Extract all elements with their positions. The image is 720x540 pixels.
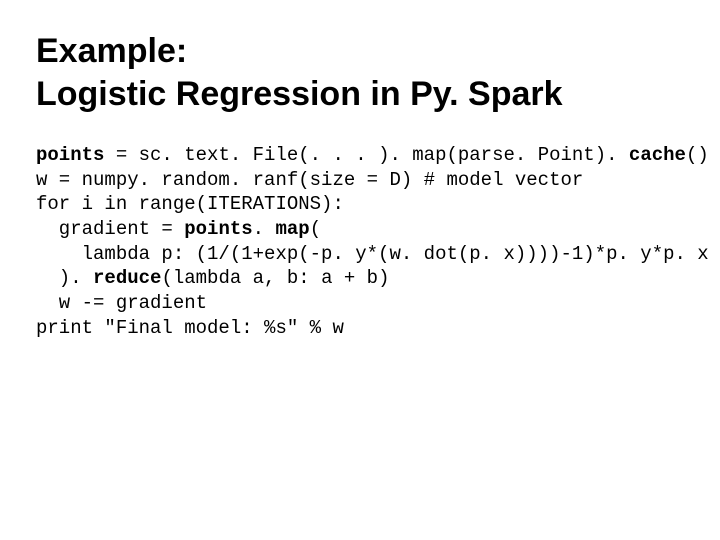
code-line-7: w -= gradient xyxy=(36,291,684,316)
code-line-1: points = sc. text. File(. . . ). map(par… xyxy=(36,143,684,168)
code-line-5: lambda p: (1/(1+exp(-p. y*(w. dot(p. x))… xyxy=(36,242,684,267)
title-line-2: Logistic Regression in Py. Spark xyxy=(36,75,563,113)
code-line-3: for i in range(ITERATIONS): xyxy=(36,192,684,217)
code-line-2: w = numpy. random. ranf(size = D) # mode… xyxy=(36,168,684,193)
slide-title: Example: Logistic Regression in Py. Spar… xyxy=(36,30,684,115)
code-line-8: print "Final model: %s" % w xyxy=(36,316,684,341)
code-line-6: ). reduce(lambda a, b: a + b) xyxy=(36,266,684,291)
code-line-4: gradient = points. map( xyxy=(36,217,684,242)
code-block: points = sc. text. File(. . . ). map(par… xyxy=(36,143,684,341)
title-line-1: Example: xyxy=(36,32,187,70)
